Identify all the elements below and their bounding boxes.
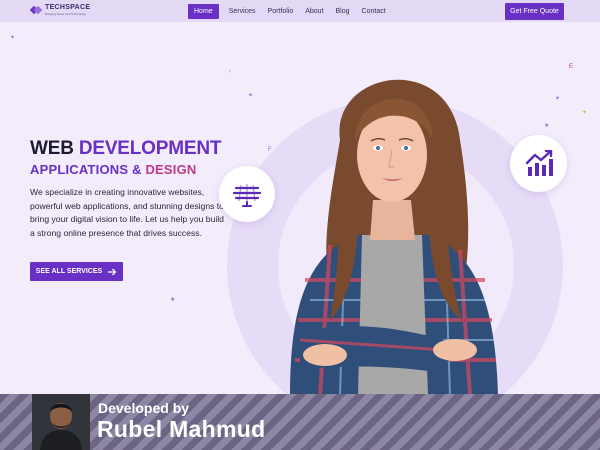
developer-photo: [32, 394, 90, 450]
sparkle-icon: E: [569, 64, 574, 70]
hero-title: WEB DEVELOPMENT: [30, 138, 221, 160]
web-code-badge: [219, 166, 275, 222]
hero-subtitle-main: APPLICATIONS &: [30, 162, 142, 177]
developer-credit-banner: Developed by Rubel Mahmud: [0, 394, 600, 450]
brand-logo[interactable]: TECHSPACE Bridging Ideas and Technology: [29, 4, 91, 16]
hero-subtitle-accent: DESIGN: [145, 162, 197, 177]
sparkle-icon: ✦: [10, 35, 16, 41]
cta-label: SEE ALL SERVICES: [35, 268, 103, 275]
hero-description: We specialize in creating innovative web…: [30, 187, 224, 238]
nav-item-blog[interactable]: Blog: [330, 4, 356, 19]
sparkle-icon: ✦: [582, 110, 588, 116]
sparkle-icon: ★: [544, 123, 550, 129]
top-navbar: TECHSPACE Bridging Ideas and Technology …: [0, 0, 600, 22]
sparkle-icon: ★: [170, 297, 176, 303]
get-free-quote-button[interactable]: Get Free Quote: [505, 3, 564, 20]
brand-name: TECHSPACE: [45, 4, 91, 11]
developer-name: Rubel Mahmud: [97, 416, 266, 442]
developed-by-label: Developed by: [98, 400, 190, 416]
hero-person-image: [290, 79, 498, 395]
developer-avatar: [32, 394, 90, 450]
nav-item-about[interactable]: About: [299, 4, 329, 19]
arrow-right-icon: [108, 268, 117, 275]
nav-item-services[interactable]: Services: [223, 4, 262, 19]
nav-item-contact[interactable]: Contact: [356, 4, 392, 19]
logo-diamond-icon: [29, 4, 43, 16]
see-all-services-button[interactable]: SEE ALL SERVICES: [30, 262, 123, 281]
growth-chart-badge: [510, 135, 567, 192]
nav-menu: Home Services Portfolio About Blog Conta…: [188, 4, 392, 19]
sparkle-icon: ✦: [248, 93, 254, 99]
sparkle-icon: ✦: [555, 96, 561, 102]
hero-title-accent: DEVELOPMENT: [78, 138, 222, 159]
nav-item-home[interactable]: Home: [188, 4, 219, 19]
sparkle-icon: ‹: [229, 69, 231, 75]
hero-subtitle: APPLICATIONS & DESIGN: [30, 162, 196, 177]
hero-title-word: WEB: [30, 138, 74, 159]
bar-chart-growth-icon: [525, 149, 553, 176]
brand-tagline: Bridging Ideas and Technology: [45, 12, 86, 16]
nav-item-portfolio[interactable]: Portfolio: [262, 4, 300, 19]
web-code-icon: [232, 184, 262, 207]
